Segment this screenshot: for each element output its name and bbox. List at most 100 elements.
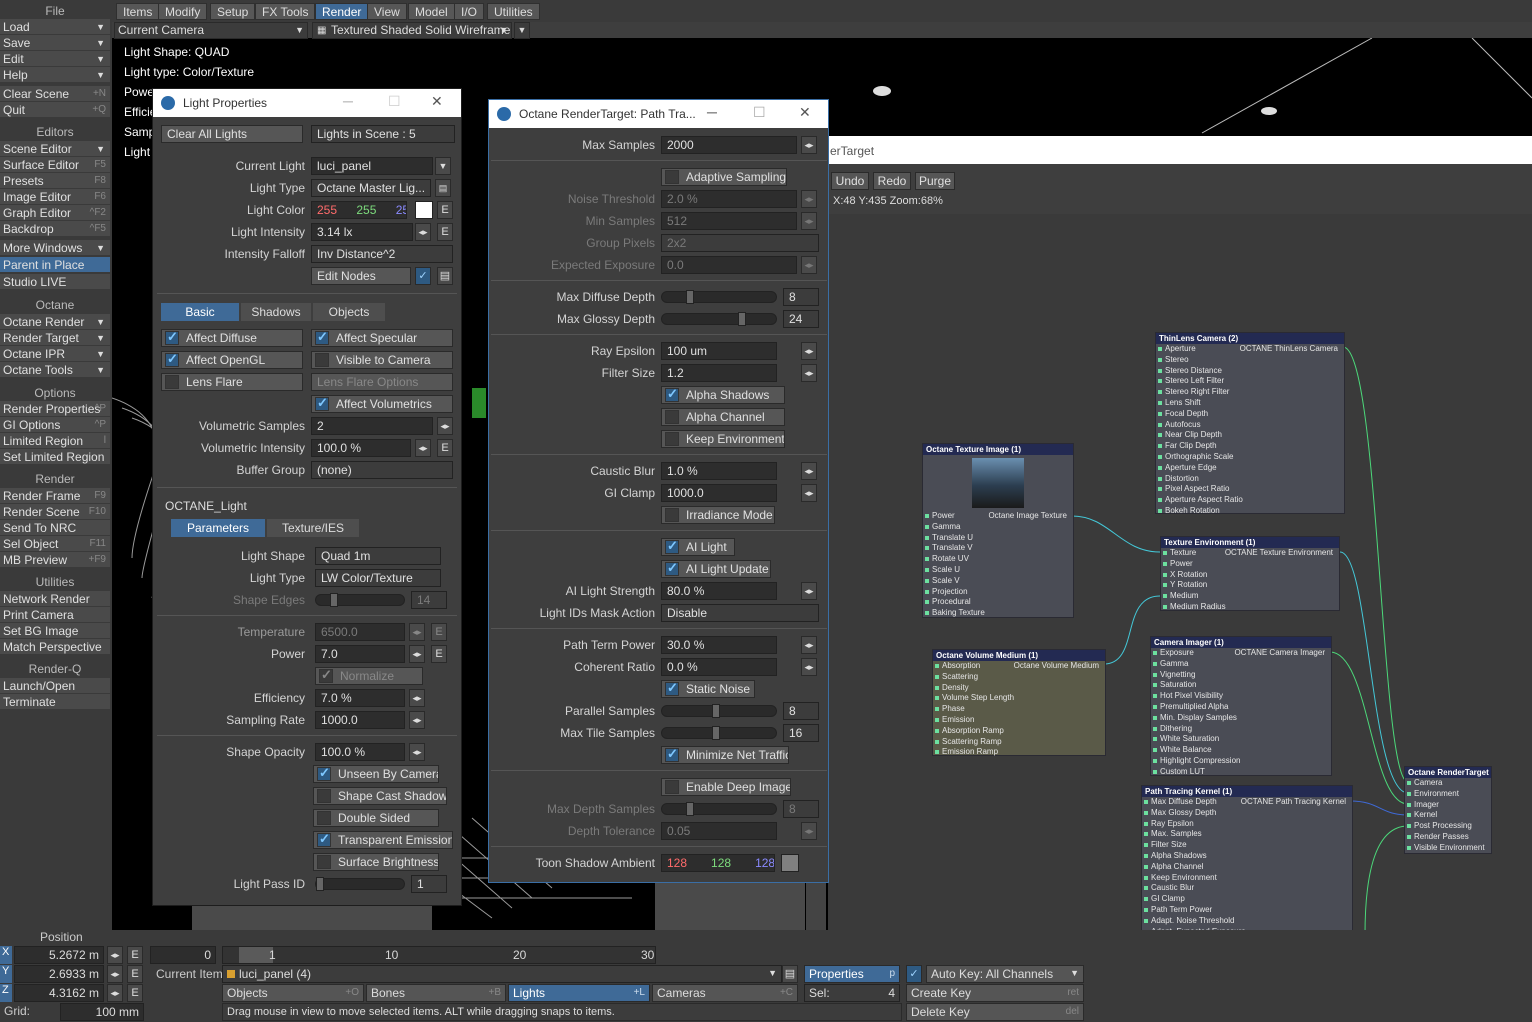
light-pass-id-slider[interactable] [315, 877, 405, 891]
temperature-field[interactable]: 6500.0 [315, 623, 405, 641]
top-tab-fx-tools[interactable]: FX Tools [255, 3, 316, 20]
envelope-button[interactable]: E [431, 623, 447, 641]
auto-key-select[interactable]: Auto Key: All Channels ▼ [926, 965, 1084, 983]
node-pin[interactable]: Caustic Blur [1142, 883, 1352, 894]
slider-arrows-icon[interactable]: ◂▸ [415, 223, 431, 241]
menu-item-render-target[interactable]: Render Target ▼ [0, 330, 110, 346]
node-output[interactable]: OCTANE Camera Imager [1234, 648, 1325, 657]
shape-cast-shadow-checkbox[interactable]: Shape Cast Shadow [313, 787, 447, 805]
top-tab-i-o[interactable]: I/O [454, 3, 485, 20]
cameras-button[interactable]: Cameras +C [652, 984, 798, 1002]
node-pin[interactable]: Max. Samples [1142, 829, 1352, 840]
menu-item-launch-open[interactable]: Launch/Open [0, 678, 110, 694]
slider-arrows-icon[interactable]: ◂▸ [801, 462, 817, 480]
node-output[interactable]: Octane Volume Medium [1014, 661, 1099, 670]
slider-arrows-icon[interactable]: ◂▸ [409, 689, 425, 707]
node-pin[interactable]: Density [933, 683, 1105, 694]
min-samples-field[interactable]: 512 [661, 212, 797, 230]
tab-basic[interactable]: Basic [161, 303, 239, 321]
render-target-titlebar[interactable]: Octane RenderTarget: Path Tra... ─ ☐ ✕ [489, 100, 828, 128]
node-pin[interactable]: Min. Display Samples [1151, 713, 1331, 724]
node-pin[interactable]: Translate U [923, 533, 1073, 544]
menu-item-octane-render[interactable]: Octane Render ▼ [0, 314, 110, 330]
visible-to-camera-checkbox[interactable]: Visible to Camera [311, 351, 453, 369]
irradiance-checkbox[interactable]: Irradiance Mode [661, 506, 775, 524]
menu-item-graph-editor[interactable]: Graph Editor ^F2 [0, 205, 110, 221]
node-pin[interactable]: Highlight Compression [1151, 756, 1331, 767]
slider-arrows-icon[interactable]: ◂▸ [409, 623, 425, 641]
check-icon[interactable]: ✓ [906, 965, 922, 983]
node-pin[interactable]: Aperture Aspect Ratio [1156, 495, 1344, 506]
light-type-options-icon[interactable]: ▤ [435, 179, 451, 197]
node-pin[interactable]: Medium Radius [1161, 602, 1339, 613]
shape-edges-slider[interactable] [315, 593, 405, 607]
max-depth-slider[interactable] [661, 802, 777, 816]
lens-flare-options-button[interactable]: Lens Flare Options [311, 373, 453, 391]
envelope-button[interactable]: E [437, 439, 453, 457]
menu-item-image-editor[interactable]: Image Editor F6 [0, 189, 110, 205]
node-pin[interactable]: Imager [1405, 800, 1491, 811]
slider-arrows-icon[interactable]: ◂▸ [107, 984, 123, 1002]
node-pin[interactable]: Medium [1161, 591, 1339, 602]
affect-diffuse-checkbox[interactable]: ✓ Affect Diffuse [161, 329, 303, 347]
frame-field[interactable]: 0 [150, 946, 216, 964]
close-icon[interactable]: ✕ [799, 104, 811, 121]
node-pin[interactable]: Gamma [923, 522, 1073, 533]
volumetric-intensity-field[interactable]: 100.0 % [311, 439, 411, 457]
grid-size-field[interactable]: 100 mm [60, 1003, 144, 1021]
slider-arrows-icon[interactable]: ◂▸ [801, 636, 817, 654]
node-output[interactable]: OCTANE ThinLens Camera [1240, 344, 1338, 353]
menu-item-surface-editor[interactable]: Surface Editor F5 [0, 157, 110, 173]
power-field[interactable]: 7.0 [315, 645, 405, 663]
node-pin[interactable]: Vignetting [1151, 670, 1331, 681]
node-pin[interactable]: Alpha Shadows [1142, 851, 1352, 862]
node-pin[interactable]: Visible Environment [1405, 843, 1491, 854]
properties-button[interactable]: Properties p [804, 965, 900, 983]
node-pin[interactable]: Filter Size [1142, 840, 1352, 851]
shape-edges-field[interactable]: 14 [411, 591, 447, 609]
tab-shadows[interactable]: Shadows [241, 303, 311, 321]
node-pin[interactable]: Aperture Edge [1156, 463, 1344, 474]
node-pin[interactable]: Phase [933, 704, 1105, 715]
menu-item-sel-object[interactable]: Sel Object F11 [0, 536, 110, 552]
position-y-field[interactable]: 2.6933 m [14, 965, 104, 983]
menu-item-presets[interactable]: Presets F8 [0, 173, 110, 189]
transparent-emission-checkbox[interactable]: ✓ Transparent Emission [313, 831, 453, 849]
current-light-select[interactable]: luci_panel [311, 157, 433, 175]
slider-arrows-icon[interactable]: ◂▸ [415, 439, 431, 457]
parallel-field[interactable]: 8 [783, 702, 819, 720]
menu-item-network-render[interactable]: Network Render [0, 591, 110, 607]
sampling-rate-field[interactable]: 1000.0 [315, 711, 405, 729]
slider-arrows-icon[interactable]: ◂▸ [801, 190, 817, 208]
node-pin[interactable]: Camera [1405, 778, 1491, 789]
tile-field[interactable]: 16 [783, 724, 819, 742]
menu-item-edit[interactable]: Edit ▼ [0, 51, 110, 67]
minimize-icon[interactable]: ─ [343, 93, 353, 109]
position-z-field[interactable]: 4.3162 m [14, 984, 104, 1002]
node-pin[interactable]: Orthographic Scale [1156, 452, 1344, 463]
shading-select[interactable]: ▦ Textured Shaded Solid Wireframe ▼ [312, 22, 512, 39]
envelope-button[interactable]: E [431, 645, 447, 663]
alpha-shadows-checkbox[interactable]: ✓ Alpha Shadows [661, 386, 785, 404]
shape-opacity-field[interactable]: 100.0 % [315, 743, 405, 761]
node-pin[interactable]: Scattering [933, 672, 1105, 683]
giclamp-field[interactable]: 1000.0 [661, 484, 777, 502]
slider-arrows-icon[interactable]: ◂▸ [801, 658, 817, 676]
node-pin[interactable]: White Balance [1151, 745, 1331, 756]
node-output[interactable]: Octane Image Texture [988, 511, 1067, 520]
node-pin[interactable]: Keep Environment [1142, 873, 1352, 884]
diffuse-field[interactable]: 8 [783, 288, 819, 306]
tab-texture-ies[interactable]: Texture/IES [267, 519, 359, 537]
max-samples-field[interactable]: 2000 [661, 136, 797, 154]
slider-arrows-icon[interactable]: ◂▸ [107, 965, 123, 983]
menu-item-limited-region[interactable]: Limited Region l [0, 433, 110, 449]
node-texture-image[interactable]: Octane Texture Image (1) Power Octane Imag… [922, 443, 1074, 618]
slider-arrows-icon[interactable]: ◂▸ [801, 364, 817, 382]
node-pin[interactable]: Post Processing [1405, 821, 1491, 832]
affect-specular-checkbox[interactable]: ✓ Affect Specular [311, 329, 453, 347]
menu-item-print-camera[interactable]: Print Camera [0, 607, 110, 623]
diffuse-slider[interactable] [661, 290, 777, 304]
node-pin[interactable]: Scattering Ramp [933, 737, 1105, 748]
menu-item-terminate[interactable]: Terminate [0, 694, 110, 710]
octane-light-type-select[interactable]: LW Color/Texture [315, 569, 441, 587]
